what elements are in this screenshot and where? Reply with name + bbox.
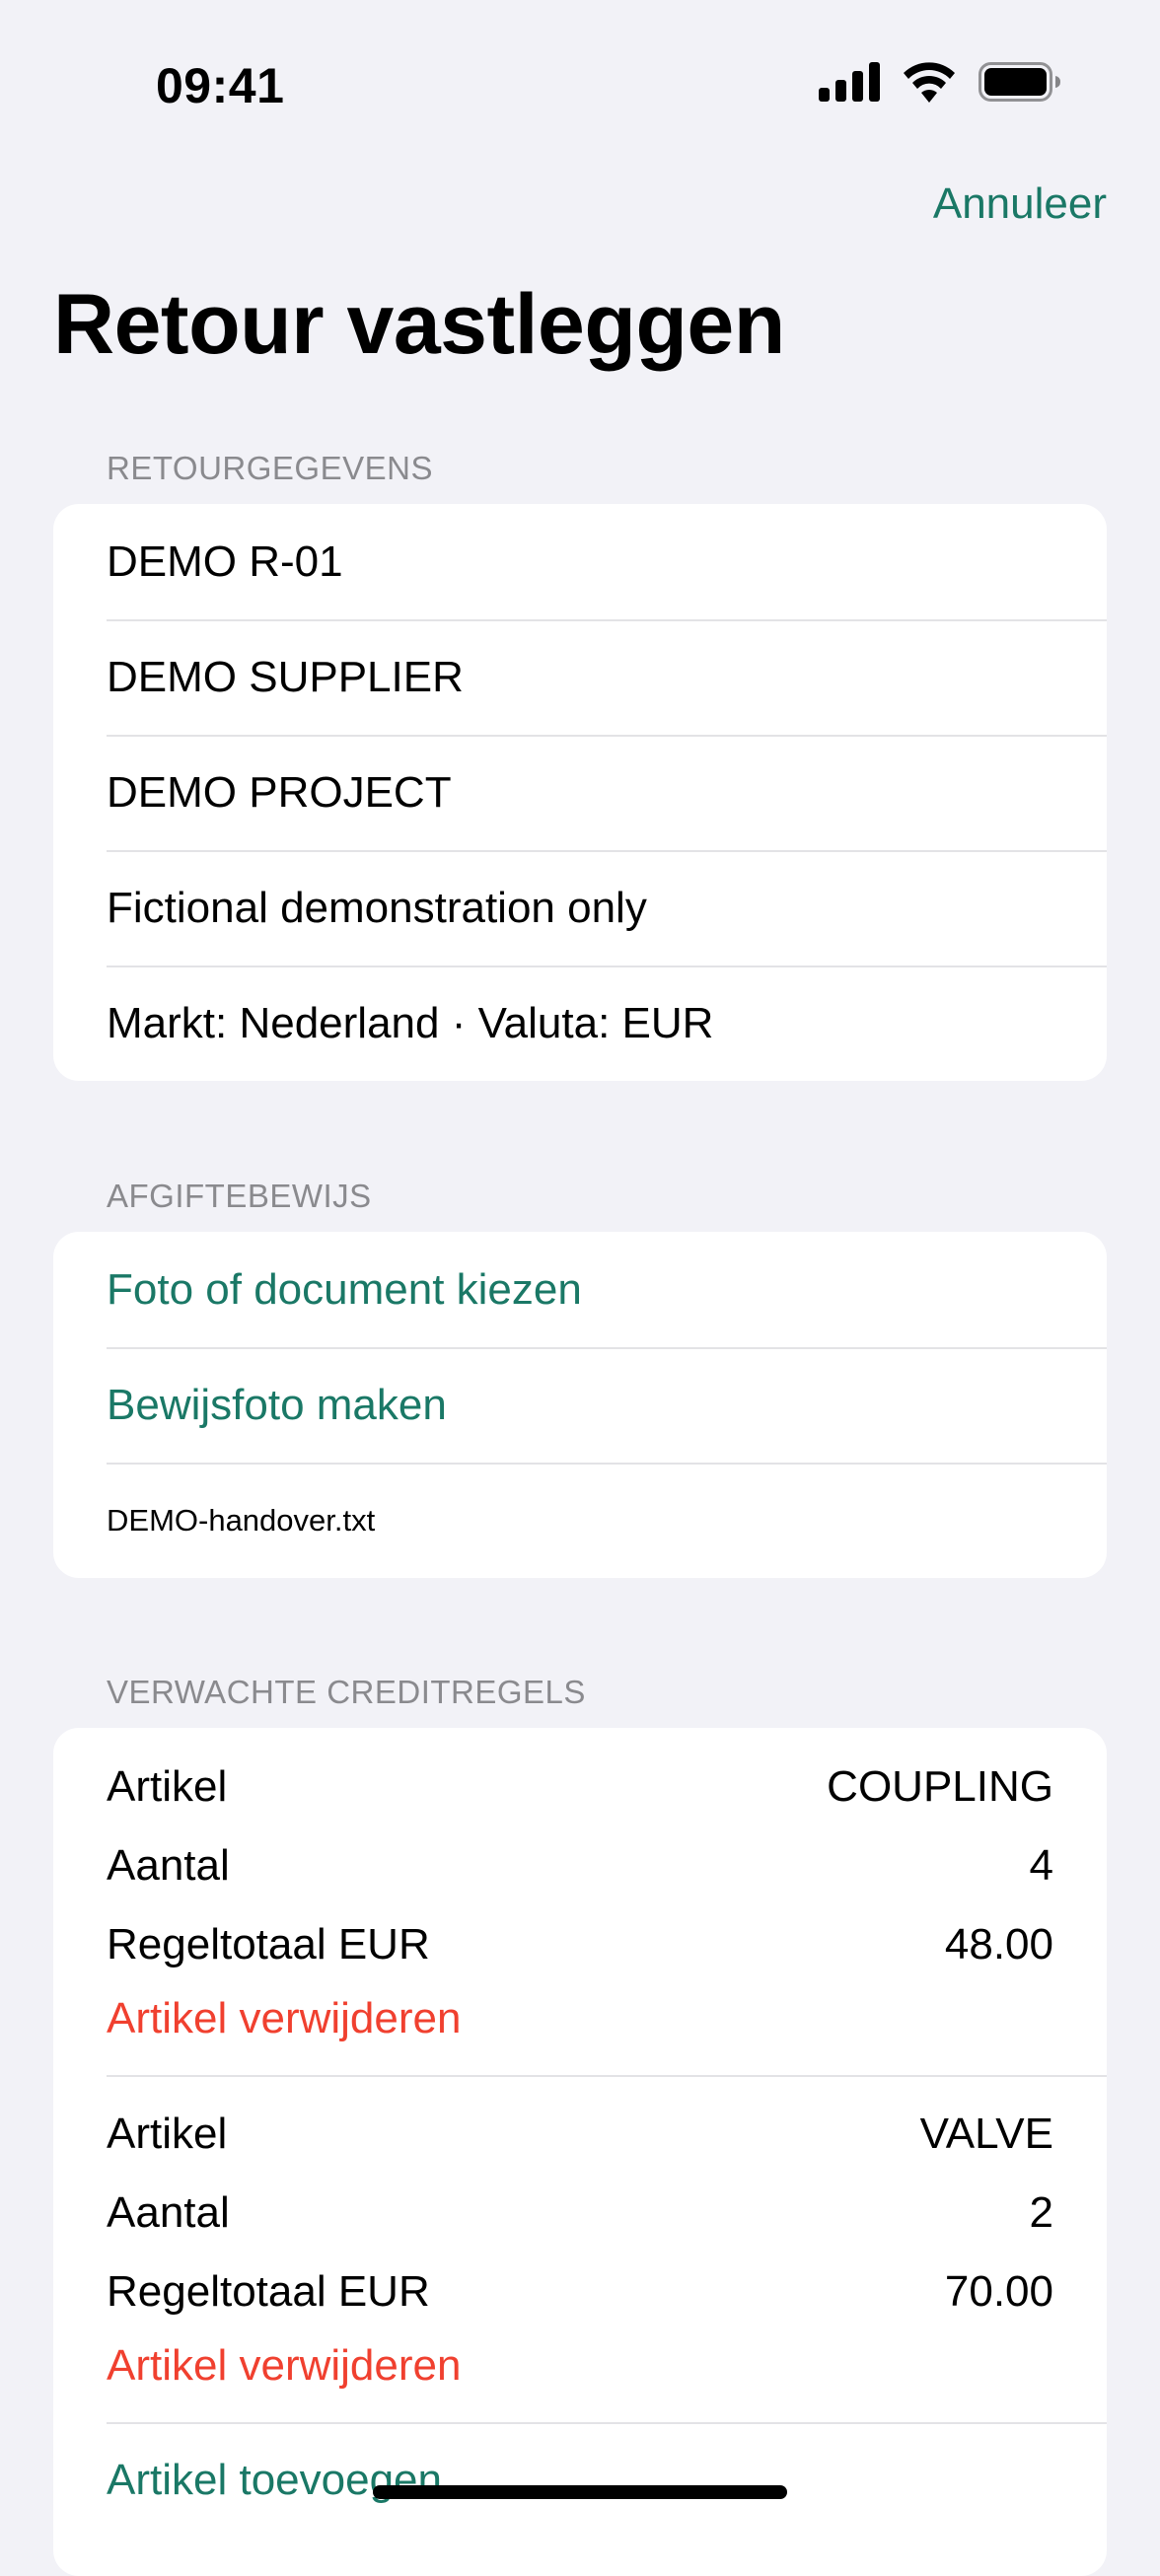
add-article-button[interactable]: Artikel toevoegen <box>53 2422 1107 2538</box>
supplier-row[interactable]: DEMO SUPPLIER <box>53 619 1107 735</box>
article-value[interactable]: COUPLING <box>827 1762 1053 1812</box>
line-total-row: Regeltotaal EUR 48.00 <box>107 1905 1053 1984</box>
status-bar: 09:41 <box>0 0 1160 168</box>
line-total-value[interactable]: 70.00 <box>945 2267 1053 2317</box>
choose-photo-document-button[interactable]: Foto of document kiezen <box>53 1232 1107 1347</box>
cellular-signal-icon <box>819 62 880 107</box>
credit-line-item: Artikel COUPLING Aantal 4 Regeltotaal EU… <box>53 1728 1107 2075</box>
quantity-label: Aantal <box>107 2188 230 2237</box>
quantity-row: Aantal 4 <box>107 1826 1053 1905</box>
home-indicator <box>373 2485 787 2499</box>
project-row[interactable]: DEMO PROJECT <box>53 735 1107 850</box>
return-number-row[interactable]: DEMO R-01 <box>53 504 1107 619</box>
quantity-value[interactable]: 2 <box>1030 2188 1053 2238</box>
market-currency-row: Markt: Nederland · Valuta: EUR <box>53 966 1107 1081</box>
article-row: Artikel VALVE <box>107 2095 1053 2174</box>
line-total-value[interactable]: 48.00 <box>945 1920 1053 1969</box>
credit-lines-card: Artikel COUPLING Aantal 4 Regeltotaal EU… <box>53 1728 1107 2576</box>
return-details-card: DEMO R-01 DEMO SUPPLIER DEMO PROJECT Fic… <box>53 504 1107 1081</box>
note-row[interactable]: Fictional demonstration only <box>53 850 1107 966</box>
quantity-value[interactable]: 4 <box>1030 1841 1053 1891</box>
credit-line-item: Artikel VALVE Aantal 2 Regeltotaal EUR 7… <box>53 2075 1107 2422</box>
cancel-button[interactable]: Annuleer <box>933 179 1107 229</box>
remove-article-button[interactable]: Artikel verwijderen <box>107 1984 1053 2053</box>
line-total-label: Regeltotaal EUR <box>107 1920 430 1968</box>
article-value[interactable]: VALVE <box>920 2110 1053 2159</box>
article-label: Artikel <box>107 1762 228 1811</box>
line-total-label: Regeltotaal EUR <box>107 2267 430 2316</box>
status-time: 09:41 <box>156 58 285 113</box>
status-icons <box>819 61 1061 107</box>
section-header-return-details: RETOURGEGEVENS <box>107 450 433 486</box>
line-total-row: Regeltotaal EUR 70.00 <box>107 2253 1053 2331</box>
proof-card: Foto of document kiezen Bewijsfoto maken… <box>53 1232 1107 1578</box>
battery-icon <box>979 62 1061 107</box>
article-row: Artikel COUPLING <box>107 1748 1053 1826</box>
wifi-icon <box>902 61 957 107</box>
section-header-proof: AFGIFTEBEWIJS <box>107 1178 372 1214</box>
quantity-label: Aantal <box>107 1841 230 1890</box>
attached-file-name: DEMO-handover.txt <box>53 1463 1107 1578</box>
quantity-row: Aantal 2 <box>107 2174 1053 2253</box>
remove-article-button[interactable]: Artikel verwijderen <box>107 2331 1053 2400</box>
section-header-credit-lines: VERWACHTE CREDITREGELS <box>107 1674 586 1710</box>
page-title: Retour vastleggen <box>53 277 785 372</box>
article-label: Artikel <box>107 2110 228 2158</box>
take-proof-photo-button[interactable]: Bewijsfoto maken <box>53 1347 1107 1463</box>
